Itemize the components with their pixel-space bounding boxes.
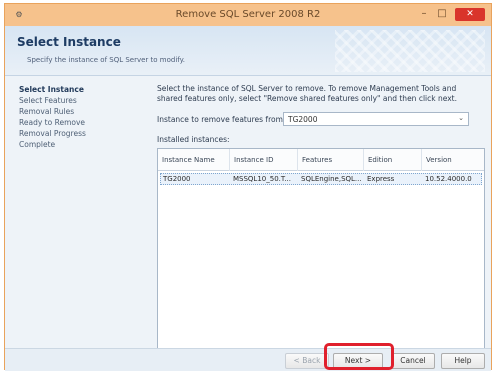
column-header-instance-name[interactable]: Instance Name [158, 149, 230, 171]
installed-instances-table: Instance Name Instance ID Features Editi… [157, 148, 485, 351]
instance-select-value: TG2000 [288, 115, 318, 124]
sidebar-item-select-features: Select Features [19, 96, 77, 105]
remove-from-row: Instance to remove features from: TG2000… [157, 112, 487, 128]
maximize-button[interactable]: □ [435, 8, 449, 21]
installed-instances-label: Installed instances: [157, 135, 230, 144]
steps-sidebar: Select Instance Select Features Removal … [19, 84, 149, 150]
chevron-down-icon[interactable]: ⌄ [458, 114, 464, 122]
instructions-text: Select the instance of SQL Server to rem… [157, 84, 457, 103]
main-content: Select the instance of SQL Server to rem… [157, 84, 487, 351]
back-button[interactable]: < Back [285, 353, 329, 369]
sidebar-item-complete: Complete [19, 140, 56, 149]
column-header-edition[interactable]: Edition [364, 149, 422, 171]
sidebar-item-removal-rules: Removal Rules [19, 107, 75, 116]
sidebar-item-removal-progress: Removal Progress [19, 129, 86, 138]
minimize-button[interactable]: – [417, 8, 431, 21]
cancel-button[interactable]: Cancel [391, 353, 435, 369]
instance-select[interactable]: TG2000 ⌄ [283, 112, 469, 126]
next-button-highlight [324, 343, 394, 370]
cell-edition: Express [367, 175, 395, 183]
sidebar-item-ready-to-remove: Ready to Remove [19, 118, 86, 127]
cell-features: SQLEngine,SQL... [301, 175, 362, 183]
setup-window: ⚙ Remove SQL Server 2008 R2 – □ ✕ Select… [4, 3, 492, 371]
button-bar: < Back Next > Cancel Help [5, 348, 491, 371]
table-row[interactable]: TG2000 MSSQL10_50.T... SQLEngine,SQL... … [160, 173, 482, 185]
close-button[interactable]: ✕ [455, 8, 485, 21]
cell-instance-id: MSSQL10_50.T... [233, 175, 291, 183]
help-button[interactable]: Help [441, 353, 485, 369]
table-header: Instance Name Instance ID Features Editi… [158, 149, 484, 171]
page-subtitle: Specify the instance of SQL Server to mo… [27, 56, 185, 64]
cell-version: 10.52.4000.0 [425, 175, 472, 183]
column-header-features[interactable]: Features [298, 149, 364, 171]
title-bar[interactable]: ⚙ Remove SQL Server 2008 R2 – □ ✕ [5, 4, 491, 26]
column-header-version[interactable]: Version [422, 149, 484, 171]
remove-from-label: Instance to remove features from: [157, 115, 286, 124]
sidebar-item-select-instance: Select Instance [19, 85, 84, 94]
cell-instance-name: TG2000 [163, 175, 191, 183]
page-title: Select Instance [17, 35, 121, 49]
header-decoration [335, 30, 485, 72]
page-header: Select Instance Specify the instance of … [5, 26, 491, 76]
column-header-instance-id[interactable]: Instance ID [230, 149, 298, 171]
